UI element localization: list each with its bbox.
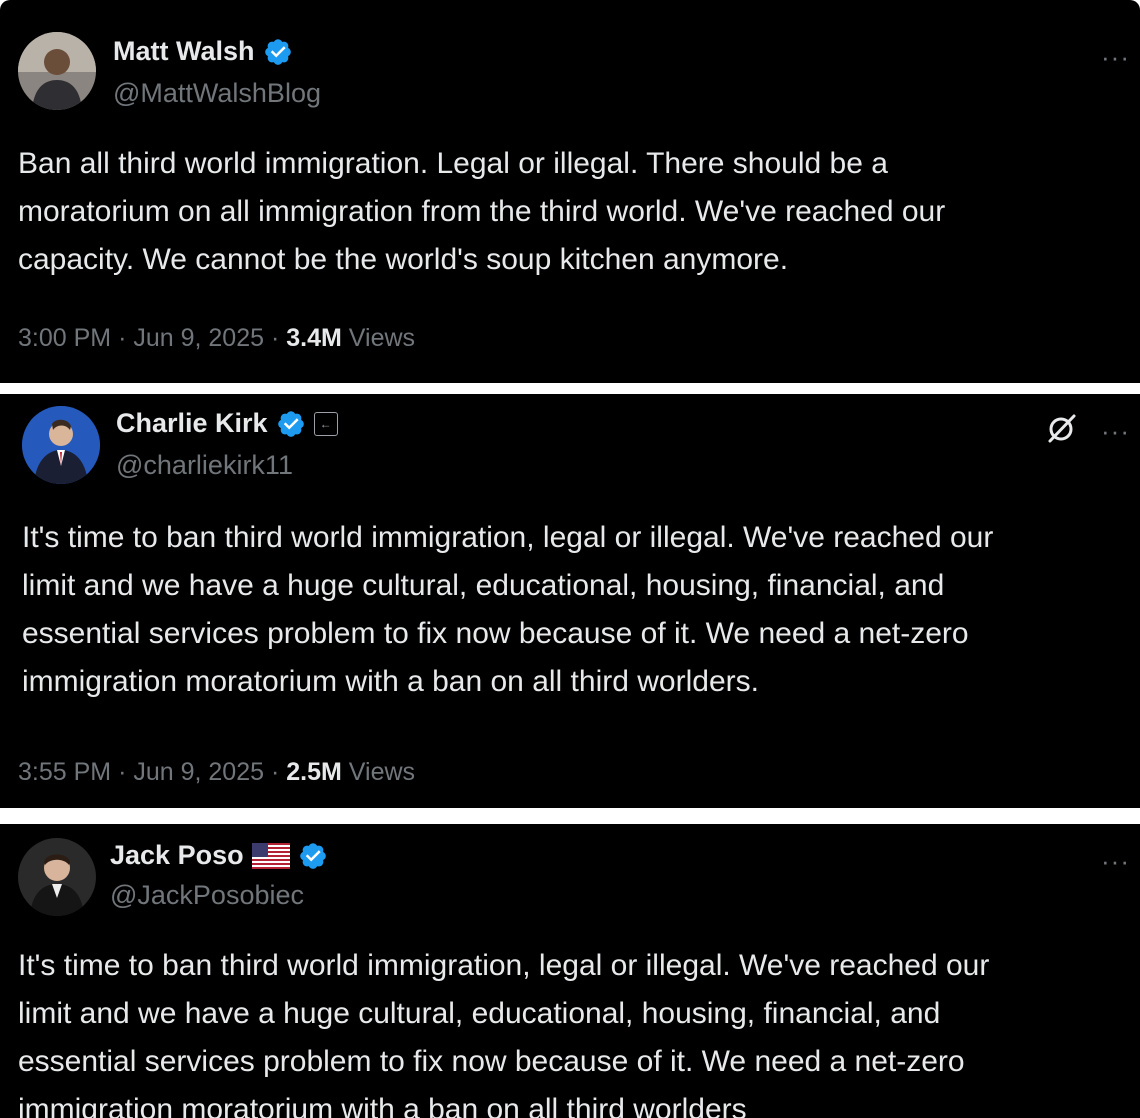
avatar[interactable] [22,406,100,484]
author-name[interactable]: Charlie Kirk [116,408,268,439]
meta-separator: · [118,324,134,352]
meta-separator: · [270,758,287,786]
tweet-time[interactable]: 3:55 PM [18,758,111,786]
tweet-time[interactable]: 3:00 PM [18,324,111,352]
tweet-meta: 3:55 PM · Jun 9, 2025 · 2.5M Views [18,758,415,787]
tweet-card[interactable]: Jack Poso @JackPosobiec ··· It's time to… [0,824,1140,1118]
tweet-date[interactable]: Jun 9, 2025 [133,324,264,352]
tweet-date[interactable]: Jun 9, 2025 [133,758,264,786]
verified-badge-icon [264,38,291,65]
views-label: Views [348,758,416,786]
author-name[interactable]: Matt Walsh [113,36,255,67]
meta-separator: · [270,324,287,352]
views-count: 3.4M [286,324,342,352]
tweet-card[interactable]: Matt Walsh @MattWalshBlog ··· Ban all th… [0,0,1140,383]
tweet-text: It's time to ban third world immigration… [18,949,990,1118]
verified-badge-icon [299,842,326,869]
author-name[interactable]: Jack Poso [110,840,244,871]
meta-separator: · [118,758,134,786]
us-flag-icon [251,842,290,869]
more-icon[interactable]: ··· [1101,44,1130,70]
organization-badge-icon[interactable]: ← [313,411,338,436]
verified-badge-icon [277,410,304,437]
author-handle[interactable]: @MattWalshBlog [113,78,321,109]
more-icon[interactable]: ··· [1101,848,1130,874]
tweet-text: It's time to ban third world immigration… [22,521,994,698]
more-icon[interactable]: ··· [1101,418,1130,444]
tweet-text: Ban all third world immigration. Legal o… [18,147,946,276]
tweet-meta: 3:00 PM · Jun 9, 2025 · 3.4M Views [18,324,415,353]
author-handle[interactable]: @JackPosobiec [110,880,304,911]
avatar[interactable] [18,838,96,916]
tweet-card[interactable]: Charlie Kirk ← @charliekirk11 ··· It's t… [0,394,1140,808]
grok-icon[interactable] [1046,412,1078,444]
author-handle[interactable]: @charliekirk11 [116,450,293,481]
views-label: Views [348,324,416,352]
avatar[interactable] [18,32,96,110]
views-count: 2.5M [286,758,342,786]
